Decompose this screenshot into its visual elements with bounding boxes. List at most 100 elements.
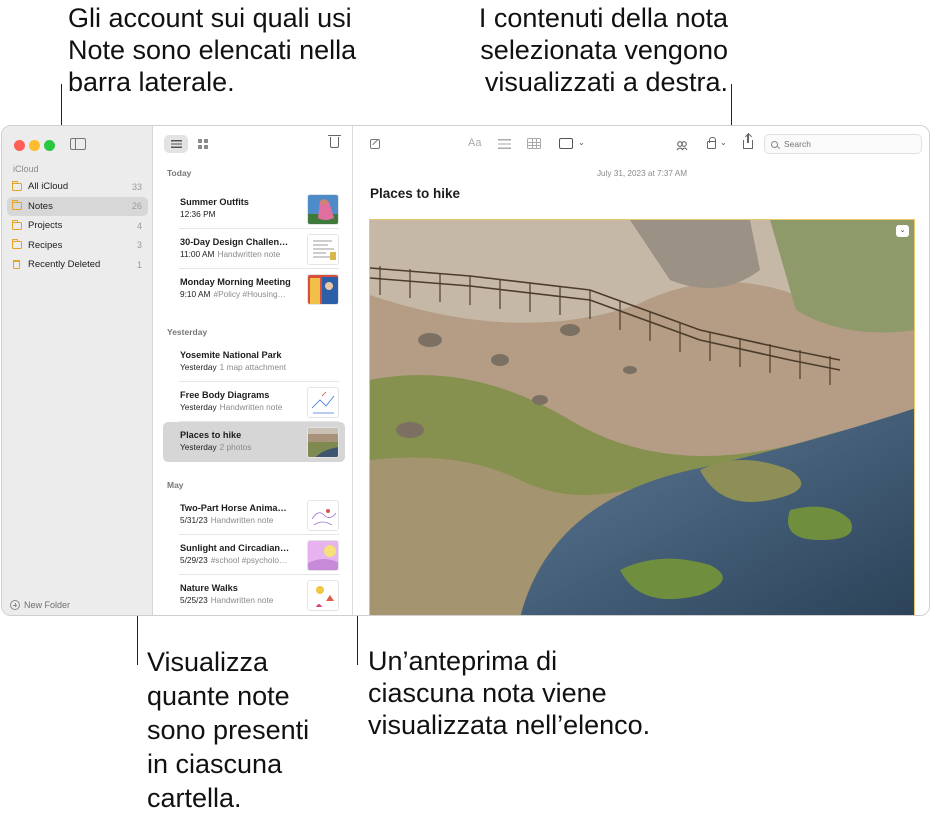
gallery-view-button[interactable] [191,135,215,153]
close-button[interactable] [14,140,25,151]
note-meta: 5/29/23 #school #psycholo… [180,555,305,565]
list-item[interactable]: Places to hike Yesterday 2 photos [163,422,345,462]
account-label: iCloud [13,164,39,174]
note-time: 11:00 AM [180,249,215,259]
note-thumbnail [307,274,339,305]
list-view-icon [170,140,182,148]
chevron-down-icon[interactable]: ⌄ [720,138,727,147]
note-detail: Handwritten note [217,249,281,259]
note-meta: 12:36 PM [180,209,305,219]
compose-icon[interactable] [370,139,380,149]
note-title: 30-Day Design Challen… [180,237,289,247]
section-header-yesterday: Yesterday [167,327,208,337]
note-title[interactable]: Places to hike [370,186,460,201]
folder-label: Notes [28,200,53,212]
note-detail: #Policy #Housing… [213,289,286,299]
table-icon[interactable] [527,138,541,149]
note-time: 5/29/23 [180,555,208,565]
folder-list: All iCloud 33 Notes 26 Projects 4 Recipe… [7,177,148,275]
list-item[interactable]: Two-Part Horse Anima… 5/31/23 Handwritten… [163,495,345,535]
folder-count: 4 [136,220,142,231]
gallery-view-icon [198,139,208,149]
folder-count: 26 [131,201,142,212]
note-meta: Yesterday Handwritten note [180,402,305,412]
folder-count: 1 [136,259,142,270]
note-detail: 1 map attachment [219,362,287,372]
note-date: July 31, 2023 at 7:37 AM [596,169,688,178]
note-thumbnail [307,387,339,418]
search-icon [771,140,778,148]
list-item[interactable]: Summer Outfits 12:36 PM [163,189,345,229]
sidebar-toggle-icon[interactable] [70,138,86,150]
chevron-down-icon[interactable]: ⌄ [896,225,909,237]
note-meta: 5/31/23 Handwritten note [180,515,305,525]
folder-icon [12,200,22,211]
note-title: Free Body Diagrams [180,390,270,400]
lock-icon[interactable] [707,137,716,149]
sidebar-item-all-icloud[interactable]: All iCloud 33 [7,177,148,197]
sidebar-item-notes[interactable]: Notes 26 [7,196,148,216]
section-header-today: Today [167,168,192,178]
note-time: Yesterday [180,402,217,412]
minimize-button[interactable] [29,140,40,151]
note-meta: 9:10 AM #Policy #Housing… [180,289,305,299]
note-time: 5/25/23 [180,595,208,605]
note-time: Yesterday [180,442,217,452]
note-title: Sunlight and Circadian… [180,543,290,553]
collaborate-icon[interactable] [676,138,688,151]
list-item[interactable]: Sunlight and Circadian… 5/29/23 #school #… [163,535,345,575]
sidebar-item-recipes[interactable]: Recipes 3 [7,236,148,256]
folder-label: Recently Deleted [28,259,101,271]
list-item[interactable]: 30-Day Design Challen… 11:00 AM Handwritt… [163,229,345,269]
search-field[interactable] [764,134,922,154]
note-photo[interactable]: ⌄ [369,219,915,615]
note-thumbnail [307,427,339,458]
folder-icon [12,219,22,230]
note-thumbnail [307,580,339,611]
note-list: Today Summer Outfits 12:36 PM 30-Day Des… [153,126,353,615]
note-title: Two-Part Horse Anima… [180,503,287,513]
chevron-down-icon[interactable]: ⌄ [578,138,585,147]
folder-label: Recipes [28,239,63,251]
sidebar: iCloud All iCloud 33 Notes 26 Projects 4… [2,126,153,615]
media-icon[interactable] [559,138,573,149]
note-thumbnail [307,500,339,531]
list-item[interactable]: Nature Walks 5/25/23 Handwritten note [163,575,345,615]
note-title: Yosemite National Park [180,350,282,360]
section-header-may: May [167,480,184,490]
search-input[interactable] [784,139,904,149]
folder-icon [12,180,22,191]
note-title: Nature Walks [180,583,238,593]
note-time: Yesterday [180,362,217,372]
note-meta: 5/25/23 Handwritten note [180,595,305,605]
callout-sidebar: Gli account sui quali usi Note sono elen… [68,3,357,97]
folder-label: All iCloud [28,181,69,193]
note-time: 9:10 AM [180,289,211,299]
new-folder-button[interactable]: New Folder [10,600,70,610]
sidebar-item-recently-deleted[interactable]: Recently Deleted 1 [7,255,148,275]
share-icon[interactable] [743,134,753,149]
list-view-button[interactable] [164,135,188,153]
callout-content: I contenuti della nota selezionata vengo… [478,3,728,97]
text-format-icon[interactable]: Aa [468,137,481,149]
note-detail: #school #psycholo… [210,555,288,565]
list-item[interactable]: Monday Morning Meeting 9:10 AM #Policy #H… [163,269,345,309]
note-meta: Yesterday 1 map attachment [180,362,305,372]
trash-icon [13,260,20,270]
note-title: Monday Morning Meeting [180,277,291,287]
checklist-icon[interactable] [498,139,511,149]
zoom-button[interactable] [44,140,55,151]
note-detail: Handwritten note [210,595,274,605]
plus-circle-icon [10,600,20,610]
list-item[interactable]: Yosemite National Park Yesterday 1 map at… [163,342,345,382]
folder-count: 33 [131,181,142,192]
sidebar-item-projects[interactable]: Projects 4 [7,216,148,236]
list-item[interactable]: Free Body Diagrams Yesterday Handwritten … [163,382,345,422]
new-folder-label: New Folder [24,600,71,610]
trash-icon[interactable] [328,135,341,148]
note-meta: 11:00 AM Handwritten note [180,249,305,259]
note-detail: Handwritten note [210,515,274,525]
notes-window: iCloud All iCloud 33 Notes 26 Projects 4… [1,125,930,616]
note-detail: 2 photos [219,442,252,452]
note-editor: Aa ⌄ ⌄ July 31, 2023 at 7:37 AM Places t… [353,126,929,615]
